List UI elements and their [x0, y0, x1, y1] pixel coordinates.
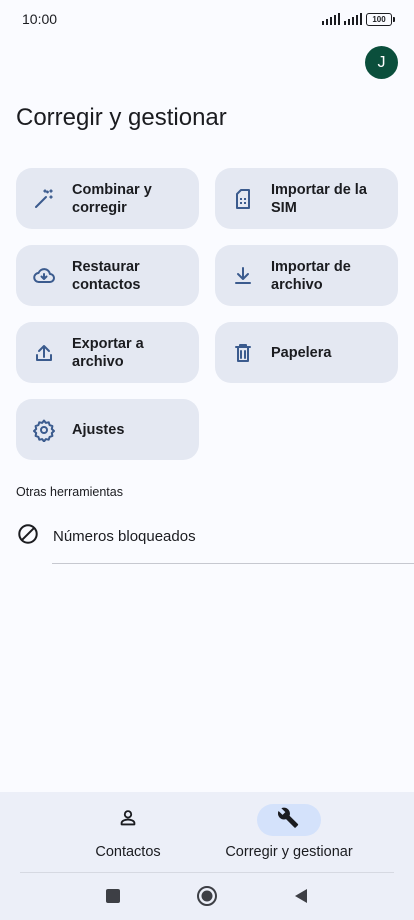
magic-wand-icon — [32, 187, 56, 211]
status-icons: 100 — [322, 12, 395, 26]
bottom-nav: Contactos Corregir y gestionar — [0, 800, 414, 872]
tool-label: Exportar a archivo — [72, 335, 144, 370]
back-triangle-icon — [295, 888, 307, 903]
tool-label: Importar de archivo — [271, 258, 351, 293]
nav-pill — [96, 804, 160, 836]
tools-grid: Combinar y corregir Importar de la SIM R… — [16, 168, 398, 460]
tool-label: Combinar y corregir — [72, 181, 152, 216]
settings-button[interactable]: Ajustes — [16, 399, 199, 460]
block-icon — [17, 523, 39, 550]
download-icon — [231, 264, 255, 288]
person-icon — [117, 807, 139, 834]
cloud-download-icon — [32, 264, 56, 288]
battery-level: 100 — [372, 14, 386, 24]
avatar[interactable]: J — [365, 46, 398, 79]
tool-label: Papelera — [271, 344, 332, 361]
trash-icon — [231, 341, 255, 365]
tool-label: Importar de la SIM — [271, 181, 367, 216]
list-item-label: Números bloqueados — [53, 528, 196, 545]
system-nav-bar — [0, 873, 414, 918]
import-file-button[interactable]: Importar de archivo — [215, 245, 398, 306]
recents-button[interactable] — [102, 885, 124, 907]
tool-label: Restaurar contactos — [72, 258, 141, 293]
status-bar: 10:00 100 — [0, 0, 414, 38]
wrench-icon — [277, 807, 300, 834]
nav-label: Contactos — [95, 844, 161, 860]
home-button[interactable] — [196, 885, 218, 907]
blocked-numbers-item[interactable]: Números bloqueados — [0, 509, 414, 564]
combine-fix-button[interactable]: Combinar y corregir — [16, 168, 199, 229]
import-sim-button[interactable]: Importar de la SIM — [215, 168, 398, 229]
divider — [52, 563, 414, 564]
export-file-button[interactable]: Exportar a archivo — [16, 322, 199, 383]
upload-icon — [32, 341, 56, 365]
avatar-letter: J — [377, 53, 386, 71]
page-title: Corregir y gestionar — [16, 104, 227, 131]
tool-label: Ajustes — [72, 421, 125, 438]
nav-label: Corregir y gestionar — [225, 844, 353, 860]
nav-item-fix-manage[interactable]: Corregir y gestionar — [204, 800, 374, 872]
signal-icon-2 — [344, 13, 363, 25]
nav-pill-active — [257, 804, 321, 836]
square-icon — [106, 888, 120, 903]
restore-contacts-button[interactable]: Restaurar contactos — [16, 245, 199, 306]
section-title-other-tools: Otras herramientas — [16, 485, 123, 499]
back-button[interactable] — [290, 885, 312, 907]
signal-icon — [322, 13, 341, 25]
trash-button[interactable]: Papelera — [215, 322, 398, 383]
status-time: 10:00 — [22, 11, 58, 27]
gear-icon — [32, 418, 56, 442]
battery-icon: 100 — [366, 12, 395, 26]
sim-card-icon — [231, 187, 255, 211]
home-circle-icon — [197, 885, 217, 906]
